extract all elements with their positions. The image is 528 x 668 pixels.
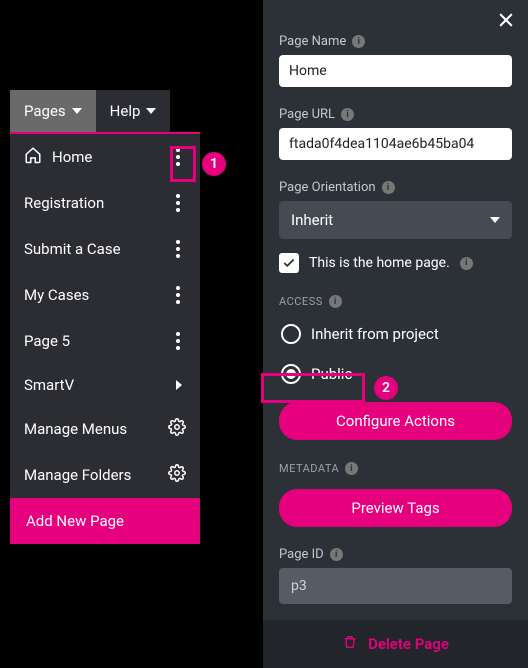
gear-icon <box>168 464 186 486</box>
page-label: My Cases <box>24 286 89 304</box>
gear-icon <box>168 418 186 440</box>
close-button[interactable] <box>496 10 516 34</box>
radio-unselected-icon[interactable] <box>281 324 301 344</box>
orientation-value: Inherit <box>291 211 333 229</box>
callout-badge-1: 1 <box>202 152 226 176</box>
page-row-registration[interactable]: Registration <box>10 180 200 226</box>
access-inherit-label: Inherit from project <box>311 325 439 343</box>
add-new-page-button[interactable]: Add New Page <box>10 498 200 544</box>
tab-pages[interactable]: Pages <box>10 90 96 132</box>
page-name-input[interactable] <box>279 55 512 87</box>
page-url-input[interactable] <box>279 128 512 160</box>
page-label: Registration <box>24 194 104 212</box>
more-icon[interactable] <box>170 146 186 168</box>
chevron-down-icon <box>72 108 82 114</box>
delete-page-button[interactable]: Delete Page <box>263 620 528 668</box>
homepage-checkbox-row[interactable]: This is the home page. i <box>279 253 512 273</box>
radio-selected-icon[interactable] <box>281 364 301 384</box>
metadata-header: METADATA i <box>279 462 512 475</box>
pages-sidebar: Pages Help Home Registration Submit a Ca… <box>10 90 200 544</box>
manage-menus[interactable]: Manage Menus <box>10 406 200 452</box>
more-icon[interactable] <box>170 330 186 352</box>
info-icon[interactable]: i <box>330 548 343 561</box>
page-url-label: Page URL <box>279 107 335 122</box>
access-inherit-option[interactable]: Inherit from project <box>279 320 512 348</box>
info-icon[interactable]: i <box>345 462 358 475</box>
page-row-my-cases[interactable]: My Cases <box>10 272 200 318</box>
page-label: Page 5 <box>24 332 70 350</box>
add-new-page-label: Add New Page <box>26 512 124 530</box>
configure-actions-label: Configure Actions <box>336 412 455 430</box>
chevron-down-icon <box>490 217 500 223</box>
access-public-label: Public <box>311 365 352 383</box>
field-page-id: Page ID i <box>279 547 512 604</box>
page-row-smartv[interactable]: SmartV <box>10 364 200 406</box>
trash-icon <box>342 634 358 654</box>
sidebar-tabs: Pages Help <box>10 90 200 134</box>
preview-tags-button[interactable]: Preview Tags <box>279 489 512 527</box>
info-icon[interactable]: i <box>382 181 395 194</box>
page-id-label: Page ID <box>279 547 324 562</box>
configure-actions-button[interactable]: Configure Actions <box>279 402 512 440</box>
page-id-input <box>279 568 512 604</box>
page-row-submit-case[interactable]: Submit a Case <box>10 226 200 272</box>
info-icon[interactable]: i <box>460 257 473 270</box>
orientation-label: Page Orientation <box>279 180 376 195</box>
access-header-label: ACCESS <box>279 295 323 308</box>
orientation-select[interactable]: Inherit <box>279 201 512 239</box>
page-settings-panel: Page Name i Page URL i Page Orientation … <box>263 0 528 668</box>
page-label: Submit a Case <box>24 240 121 258</box>
more-icon[interactable] <box>170 284 186 306</box>
delete-page-label: Delete Page <box>368 635 449 653</box>
homepage-check-label: This is the home page. <box>309 255 450 271</box>
pages-list: Home Registration Submit a Case My Cases… <box>10 134 200 544</box>
info-icon[interactable]: i <box>329 295 342 308</box>
field-orientation: Page Orientation i Inherit <box>279 180 512 239</box>
metadata-header-label: METADATA <box>279 462 339 475</box>
tab-help-label: Help <box>110 102 141 120</box>
tab-help[interactable]: Help <box>96 90 171 132</box>
field-page-name: Page Name i <box>279 34 512 87</box>
info-icon[interactable]: i <box>352 35 365 48</box>
page-name-label: Page Name <box>279 34 346 49</box>
tab-pages-label: Pages <box>24 102 66 120</box>
access-header: ACCESS i <box>279 295 512 308</box>
chevron-right-icon <box>176 380 182 390</box>
chevron-down-icon <box>146 108 156 114</box>
checkbox-checked-icon[interactable] <box>279 253 299 273</box>
preview-tags-label: Preview Tags <box>351 499 439 517</box>
page-label: Home <box>52 148 92 166</box>
page-row-page5[interactable]: Page 5 <box>10 318 200 364</box>
field-page-url: Page URL i <box>279 107 512 160</box>
manage-menus-label: Manage Menus <box>24 420 127 438</box>
manage-folders[interactable]: Manage Folders <box>10 452 200 498</box>
home-icon <box>24 146 42 168</box>
callout-badge-2: 2 <box>374 376 398 400</box>
more-icon[interactable] <box>170 238 186 260</box>
page-row-home[interactable]: Home <box>10 134 200 180</box>
page-label: SmartV <box>24 376 74 394</box>
info-icon[interactable]: i <box>341 108 354 121</box>
manage-folders-label: Manage Folders <box>24 466 131 484</box>
more-icon[interactable] <box>170 192 186 214</box>
